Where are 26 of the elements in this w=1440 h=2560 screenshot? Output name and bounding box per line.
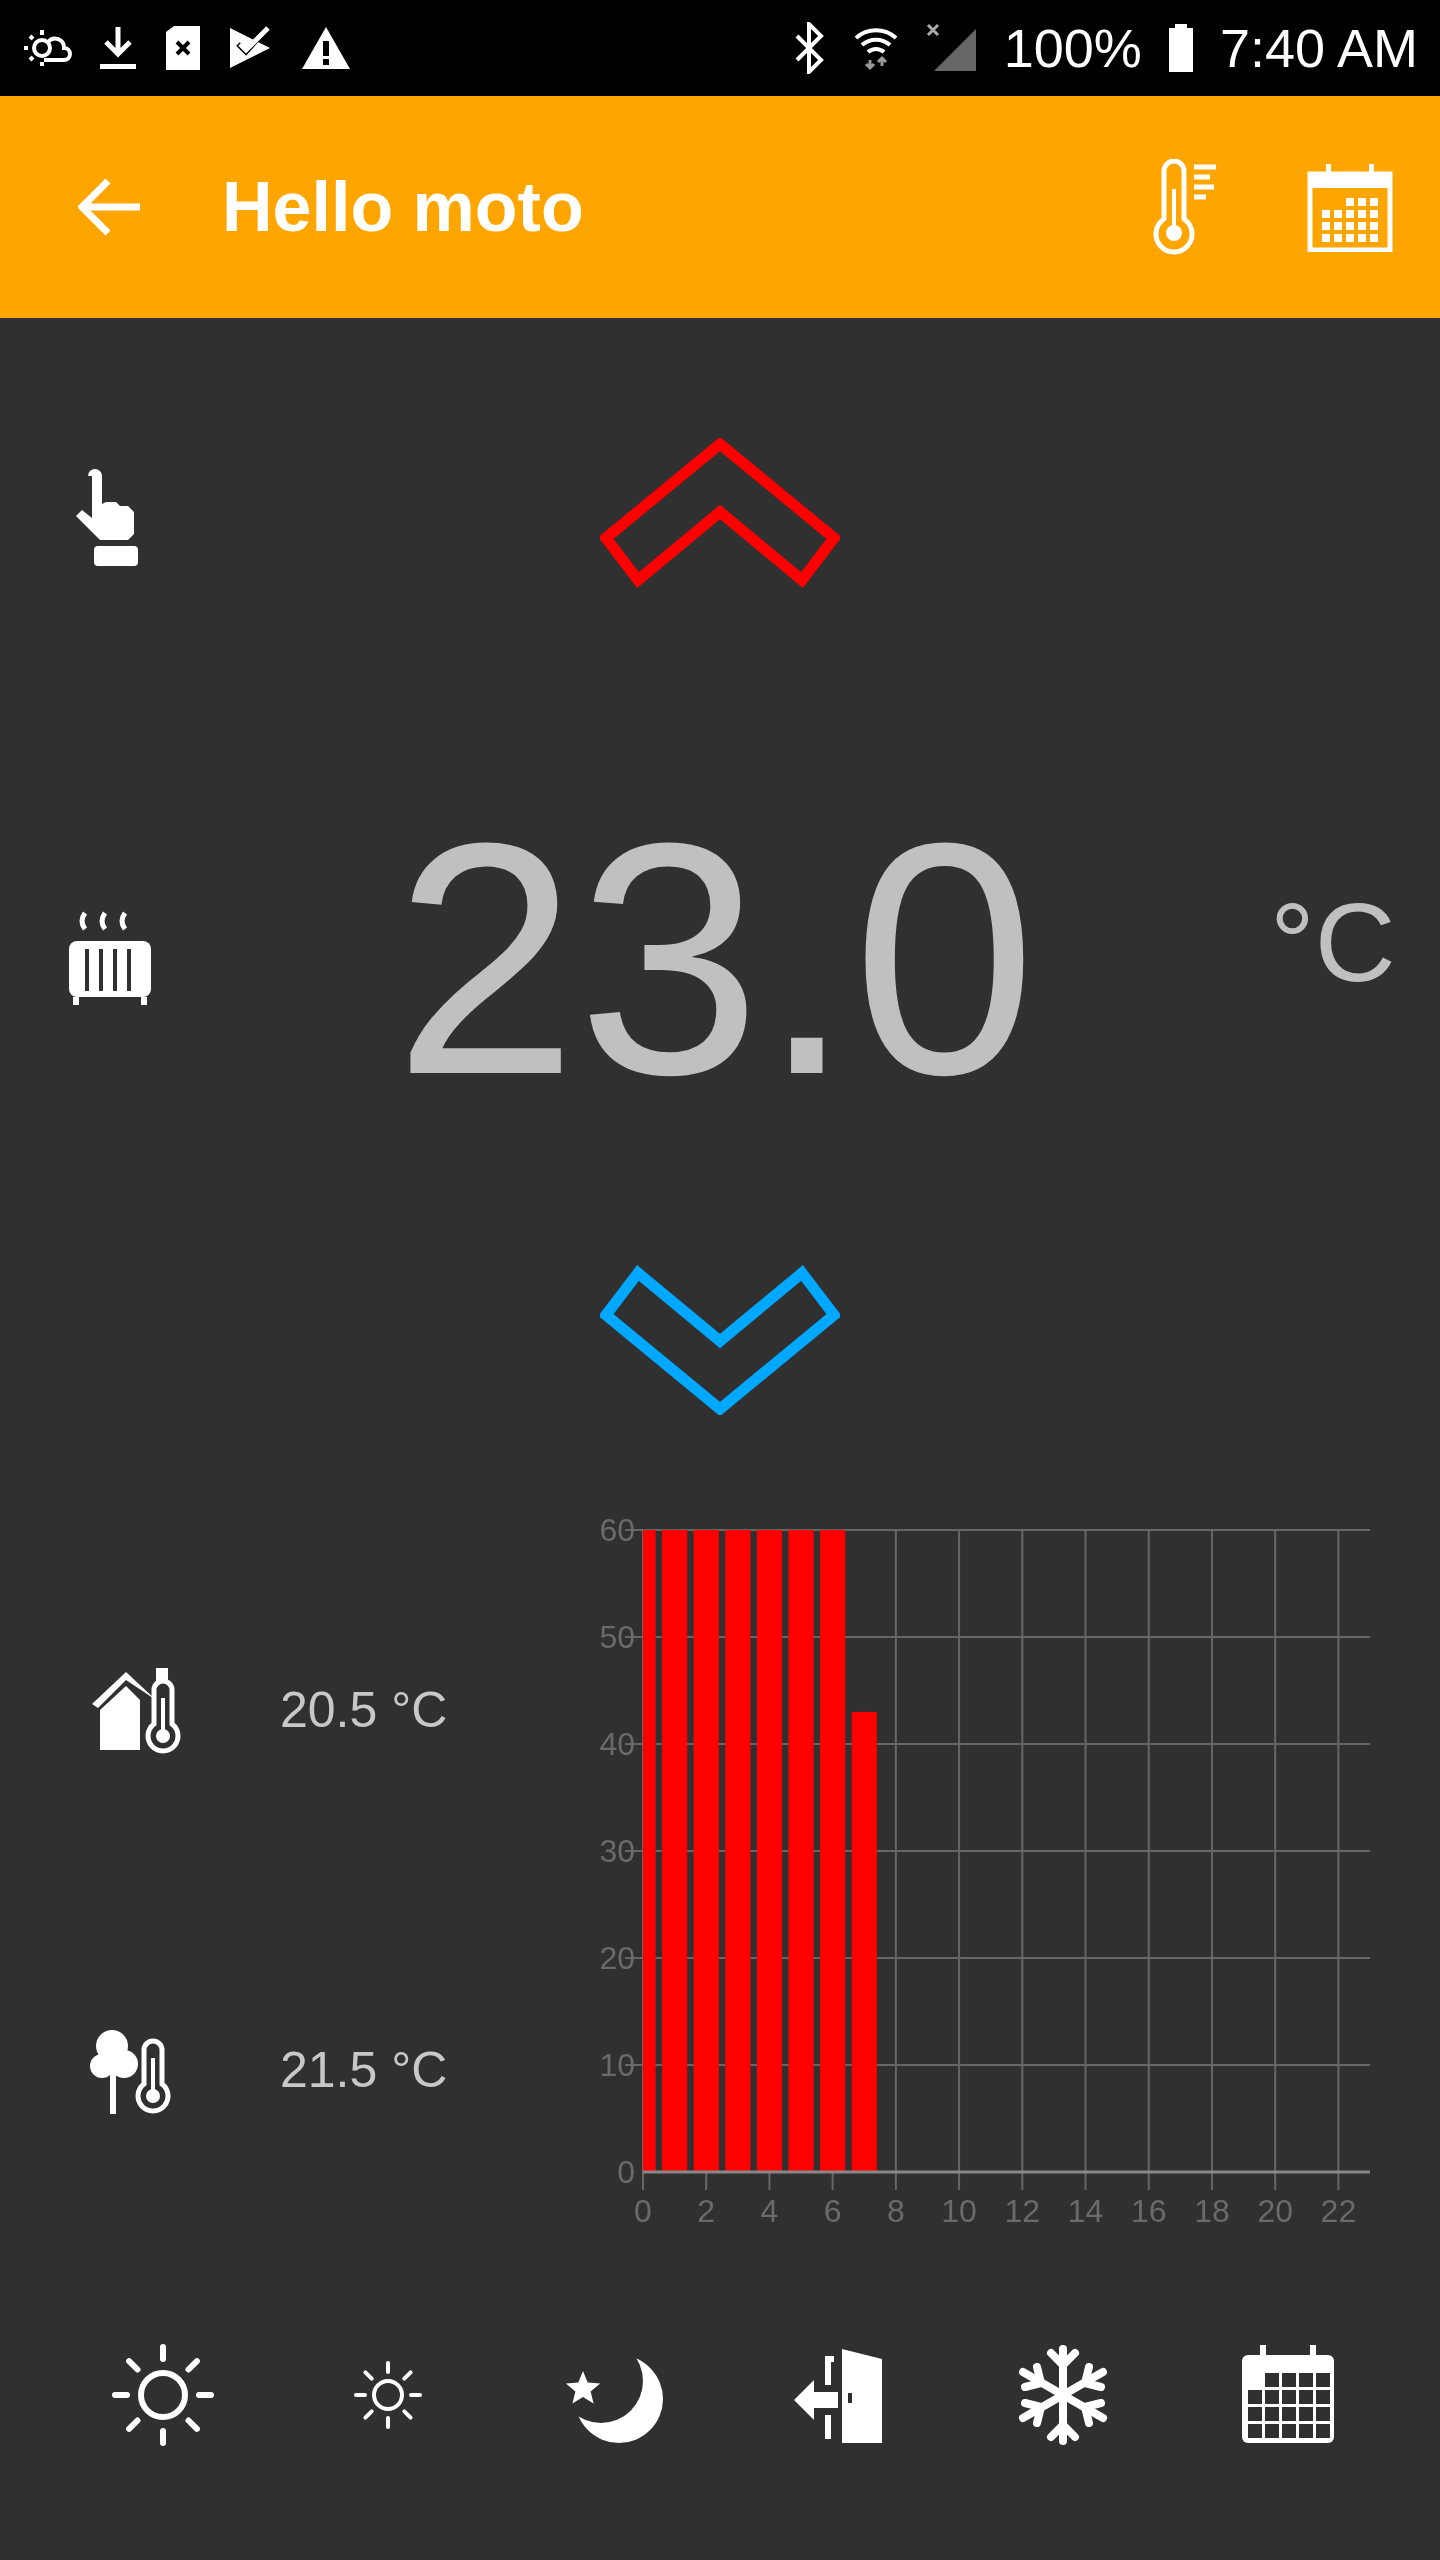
x-tick-label: 10	[941, 2193, 977, 2229]
temperature-unit: °C	[1270, 879, 1396, 1007]
toolbar-title: Hello moto	[222, 167, 585, 247]
x-tick-label: 22	[1320, 2193, 1357, 2229]
y-tick-label: 50	[599, 1619, 635, 1655]
sensor-reading: 21.5 °C	[280, 2041, 448, 2099]
x-tick-label: 18	[1194, 2193, 1230, 2229]
y-tick-label: 20	[599, 1940, 635, 1976]
x-tick-label: 0	[634, 2193, 652, 2229]
y-tick-label: 10	[599, 2047, 635, 2083]
y-tick-label: 40	[599, 1726, 635, 1762]
x-tick-label: 8	[886, 2193, 905, 2229]
y-tick-label: 60	[599, 1512, 635, 1548]
x-tick-label: 14	[1067, 2193, 1104, 2229]
x-tick-label: 6	[823, 2193, 842, 2229]
x-tick-label: 4	[760, 2193, 779, 2229]
battery-percentage: 100%	[1003, 17, 1142, 79]
x-tick-label: 2	[697, 2193, 716, 2229]
y-tick-label: 30	[599, 1833, 635, 1869]
x-tick-label: 12	[1004, 2193, 1041, 2229]
sensor-reading: 20.5 °C	[280, 1681, 448, 1739]
setpoint-temperature: 23.0	[393, 794, 1037, 1124]
x-tick-label: 20	[1257, 2193, 1293, 2229]
x-tick-label: 16	[1130, 2193, 1167, 2229]
y-tick-label: 0	[617, 2154, 635, 2190]
clock-time: 7:40 AM	[1219, 17, 1418, 79]
